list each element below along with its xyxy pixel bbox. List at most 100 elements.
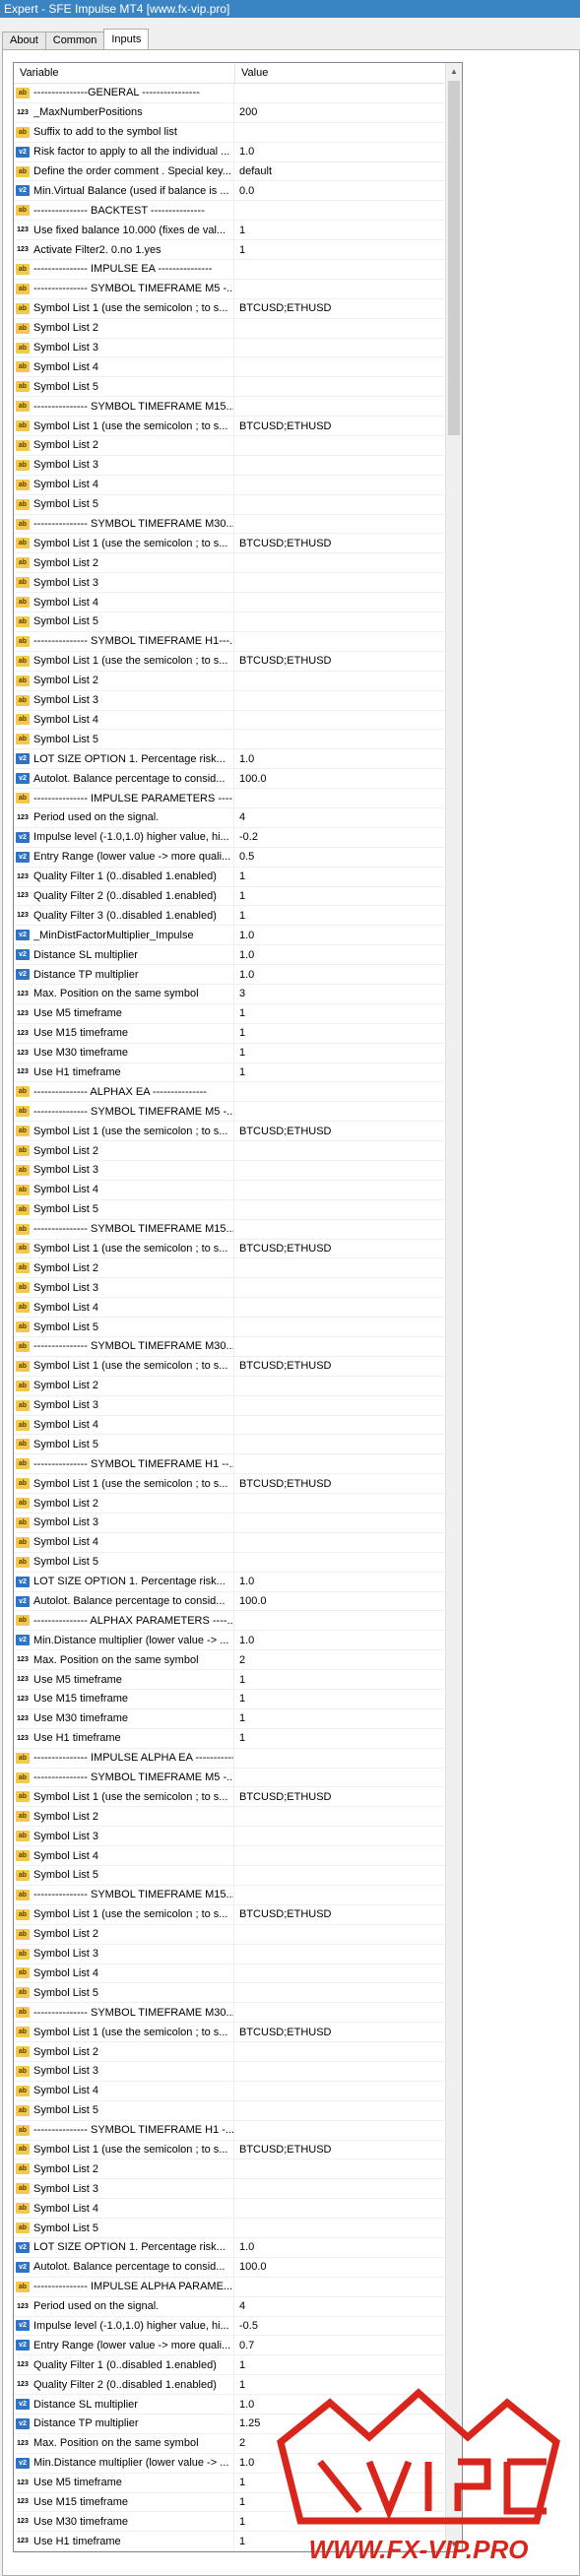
table-row[interactable]: ab Symbol List 1 (use the semicolon ; to …: [14, 1474, 462, 1495]
table-row[interactable]: ab Symbol List 3: [14, 338, 462, 358]
table-row[interactable]: v2 Impulse level (-1.0,1.0) higher value,…: [14, 2316, 462, 2337]
table-row[interactable]: v2 Autolot. Balance percentage to consid.…: [14, 2257, 462, 2278]
table-row[interactable]: 123 Use M5 timeframe 1: [14, 1003, 462, 1024]
table-row[interactable]: ab --------------- BACKTEST -------------…: [14, 201, 462, 222]
value-cell[interactable]: -0.2: [234, 831, 462, 843]
table-row[interactable]: ab Symbol List 1 (use the semicolon ; to …: [14, 298, 462, 319]
table-row[interactable]: ab --------------- SYMBOL TIMEFRAME H1 --…: [14, 1454, 462, 1475]
vertical-scrollbar[interactable]: ▲ ▼: [445, 63, 462, 2552]
value-cell[interactable]: 0.5: [234, 851, 462, 863]
table-row[interactable]: ab Symbol List 5: [14, 612, 462, 632]
table-row[interactable]: 123 Quality Filter 2 (0..disabled 1.enabl…: [14, 886, 462, 907]
table-row[interactable]: ab Symbol List 5: [14, 1435, 462, 1455]
table-row[interactable]: ab Symbol List 1 (use the semicolon ; to …: [14, 2023, 462, 2043]
value-cell[interactable]: 1.0: [234, 930, 462, 941]
table-row[interactable]: ab Symbol List 2: [14, 1376, 462, 1396]
value-cell[interactable]: 3: [234, 988, 462, 999]
value-cell[interactable]: BTCUSD;ETHUSD: [234, 302, 462, 314]
table-row[interactable]: ab Symbol List 3: [14, 1513, 462, 1533]
table-row[interactable]: 123 _MaxNumberPositions 200: [14, 102, 462, 123]
value-cell[interactable]: 1.0: [234, 753, 462, 765]
value-cell[interactable]: 100.0: [234, 773, 462, 785]
table-row[interactable]: ab Symbol List 4: [14, 1180, 462, 1200]
table-row[interactable]: ab --------------- ALPHAX EA ------------…: [14, 1082, 462, 1103]
table-row[interactable]: ab Symbol List 2: [14, 1494, 462, 1514]
table-row[interactable]: ab --------------- SYMBOL TIMEFRAME M30..…: [14, 514, 462, 535]
value-cell[interactable]: 1: [234, 2359, 462, 2371]
table-row[interactable]: v2 Impulse level (-1.0,1.0) higher value,…: [14, 827, 462, 848]
table-row[interactable]: ab Symbol List 4: [14, 2081, 462, 2101]
table-row[interactable]: ab Symbol List 4: [14, 1964, 462, 1984]
table-row[interactable]: v2 LOT SIZE OPTION 1. Percentage risk... 1…: [14, 2237, 462, 2258]
table-row[interactable]: ab Symbol List 2: [14, 1924, 462, 1945]
value-cell[interactable]: 4: [234, 811, 462, 823]
table-row[interactable]: ab --------------- SYMBOL TIMEFRAME M5 -.…: [14, 279, 462, 299]
value-cell[interactable]: 1: [234, 910, 462, 922]
table-row[interactable]: 123 Use M30 timeframe 1: [14, 1708, 462, 1729]
value-cell[interactable]: BTCUSD;ETHUSD: [234, 1243, 462, 1255]
table-row[interactable]: ab Symbol List 3: [14, 2061, 462, 2082]
table-row[interactable]: ab --------------- SYMBOL TIMEFRAME M15..…: [14, 1885, 462, 1905]
value-cell[interactable]: 1: [234, 1674, 462, 1686]
table-row[interactable]: ab Symbol List 1 (use the semicolon ; to …: [14, 417, 462, 437]
table-row[interactable]: ab --------------- SYMBOL TIMEFRAME M5 -.…: [14, 1768, 462, 1788]
table-row[interactable]: ab Symbol List 5: [14, 2219, 462, 2238]
table-row[interactable]: ab Symbol List 1 (use the semicolon ; to …: [14, 2140, 462, 2160]
value-cell[interactable]: 0.7: [234, 2340, 462, 2351]
table-row[interactable]: ab Symbol List 5: [14, 2100, 462, 2121]
table-row[interactable]: ab Symbol List 2: [14, 671, 462, 691]
table-row[interactable]: ab Symbol List 1 (use the semicolon ; to …: [14, 534, 462, 554]
table-row[interactable]: ab Symbol List 2: [14, 318, 462, 339]
table-row[interactable]: 123 Max. Position on the same symbol 3: [14, 984, 462, 1004]
table-row[interactable]: 123 Quality Filter 1 (0..disabled 1.enabl…: [14, 2355, 462, 2376]
value-cell[interactable]: 1: [234, 890, 462, 902]
table-row[interactable]: ab --------------- IMPULSE EA -----------…: [14, 260, 462, 280]
value-cell[interactable]: 1: [234, 1732, 462, 1744]
value-cell[interactable]: 1.0: [234, 1635, 462, 1646]
table-row[interactable]: ab Symbol List 1 (use the semicolon ; to …: [14, 1122, 462, 1142]
table-row[interactable]: 123 Activate Filter2. 0.no 1.yes 1: [14, 240, 462, 261]
table-row[interactable]: ab Define the order comment . Special key…: [14, 161, 462, 182]
table-row[interactable]: v2 Min.Virtual Balance (used if balance i…: [14, 181, 462, 202]
table-row[interactable]: ab Symbol List 1 (use the semicolon ; to …: [14, 1239, 462, 1259]
table-row[interactable]: ab Symbol List 4: [14, 357, 462, 378]
table-row[interactable]: v2 Distance TP multiplier 1.0: [14, 965, 462, 985]
table-row[interactable]: ab --------------- IMPULSE ALPHA PARAME..…: [14, 2277, 462, 2297]
table-row[interactable]: ab --------------- SYMBOL TIMEFRAME M15..…: [14, 397, 462, 418]
table-row[interactable]: ab --------------- SYMBOL TIMEFRAME H1---…: [14, 631, 462, 652]
table-row[interactable]: 123 Use M5 timeframe 1: [14, 1670, 462, 1691]
value-cell[interactable]: 1: [234, 244, 462, 256]
value-cell[interactable]: 4: [234, 2300, 462, 2312]
value-cell[interactable]: 1.0: [234, 949, 462, 961]
table-row[interactable]: ab Symbol List 1 (use the semicolon ; to …: [14, 651, 462, 672]
value-cell[interactable]: BTCUSD;ETHUSD: [234, 1360, 462, 1372]
value-cell[interactable]: 1: [234, 1693, 462, 1705]
table-row[interactable]: ab Symbol List 3: [14, 1278, 462, 1299]
table-row[interactable]: ab Symbol List 4: [14, 593, 462, 613]
value-cell[interactable]: 1.0: [234, 1576, 462, 1587]
table-row[interactable]: 123 Use H1 timeframe 1: [14, 1063, 462, 1083]
scroll-up-icon[interactable]: ▲: [446, 63, 462, 79]
table-row[interactable]: ab Symbol List 3: [14, 1944, 462, 1964]
table-row[interactable]: ab Symbol List 4: [14, 475, 462, 495]
column-header-value[interactable]: Value: [235, 63, 462, 83]
table-row[interactable]: ab Symbol List 4: [14, 2199, 462, 2220]
value-cell[interactable]: BTCUSD;ETHUSD: [234, 538, 462, 549]
table-row[interactable]: ab Symbol List 2: [14, 2042, 462, 2062]
table-row[interactable]: 123 Period used on the signal. 4: [14, 807, 462, 828]
table-row[interactable]: 123 Use M30 timeframe 1: [14, 1043, 462, 1063]
table-row[interactable]: ab Symbol List 5: [14, 1983, 462, 2004]
table-row[interactable]: 123 Quality Filter 3 (0..disabled 1.enabl…: [14, 906, 462, 927]
table-row[interactable]: ab Symbol List 5: [14, 1866, 462, 1886]
column-header-variable[interactable]: Variable: [14, 63, 235, 83]
value-cell[interactable]: BTCUSD;ETHUSD: [234, 420, 462, 432]
table-row[interactable]: v2 Autolot. Balance percentage to consid.…: [14, 769, 462, 790]
tab-common[interactable]: Common: [44, 32, 105, 49]
value-cell[interactable]: 1: [234, 1047, 462, 1059]
table-row[interactable]: ab Symbol List 2: [14, 2159, 462, 2180]
table-row[interactable]: ab --------------- SYMBOL TIMEFRAME M30..…: [14, 1337, 462, 1357]
table-row[interactable]: v2 Entry Range (lower value -> more quali…: [14, 847, 462, 868]
table-row[interactable]: ab Symbol List 3: [14, 1395, 462, 1416]
table-row[interactable]: ab Symbol List 3: [14, 2179, 462, 2200]
table-row[interactable]: ab Symbol List 5: [14, 494, 462, 515]
